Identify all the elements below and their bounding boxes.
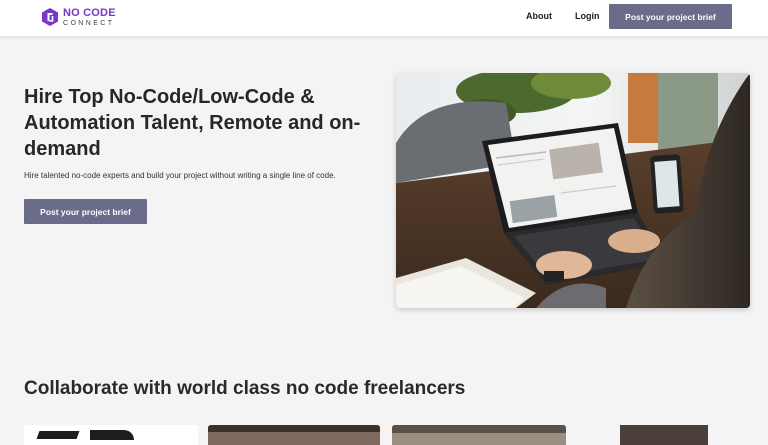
- nav-about-link[interactable]: About: [526, 11, 552, 21]
- hero-post-brief-button[interactable]: Post your project brief: [24, 199, 147, 224]
- logo-name-line2: CONNECT: [63, 19, 115, 27]
- hero-subtitle: Hire talented no-code experts and build …: [24, 171, 336, 180]
- freelancer-card[interactable]: [24, 425, 198, 445]
- logo-icon: [42, 8, 58, 26]
- card-graphic: [90, 430, 134, 440]
- site-header: NO CODE CONNECT About Login Post your pr…: [0, 0, 768, 37]
- freelancer-card[interactable]: [392, 425, 566, 445]
- nav-login-link[interactable]: Login: [575, 11, 600, 21]
- laptop-photo-icon: [396, 73, 750, 308]
- logo-text: NO CODE CONNECT: [63, 6, 116, 27]
- freelancer-card[interactable]: [208, 425, 380, 445]
- section-title: Collaborate with world class no code fre…: [24, 378, 466, 399]
- card-photo: [392, 425, 566, 433]
- hero-image: [396, 73, 750, 308]
- logo-name-line1: NO CODE: [63, 6, 116, 19]
- freelancer-card[interactable]: [576, 425, 750, 445]
- card-photo: [208, 425, 380, 432]
- hero-title: Hire Top No-Code/Low-Code & Automation T…: [24, 86, 361, 160]
- logo-link[interactable]: NO CODE CONNECT: [41, 6, 116, 28]
- card-photo: [620, 425, 708, 445]
- header-post-brief-button[interactable]: Post your project brief: [609, 4, 732, 29]
